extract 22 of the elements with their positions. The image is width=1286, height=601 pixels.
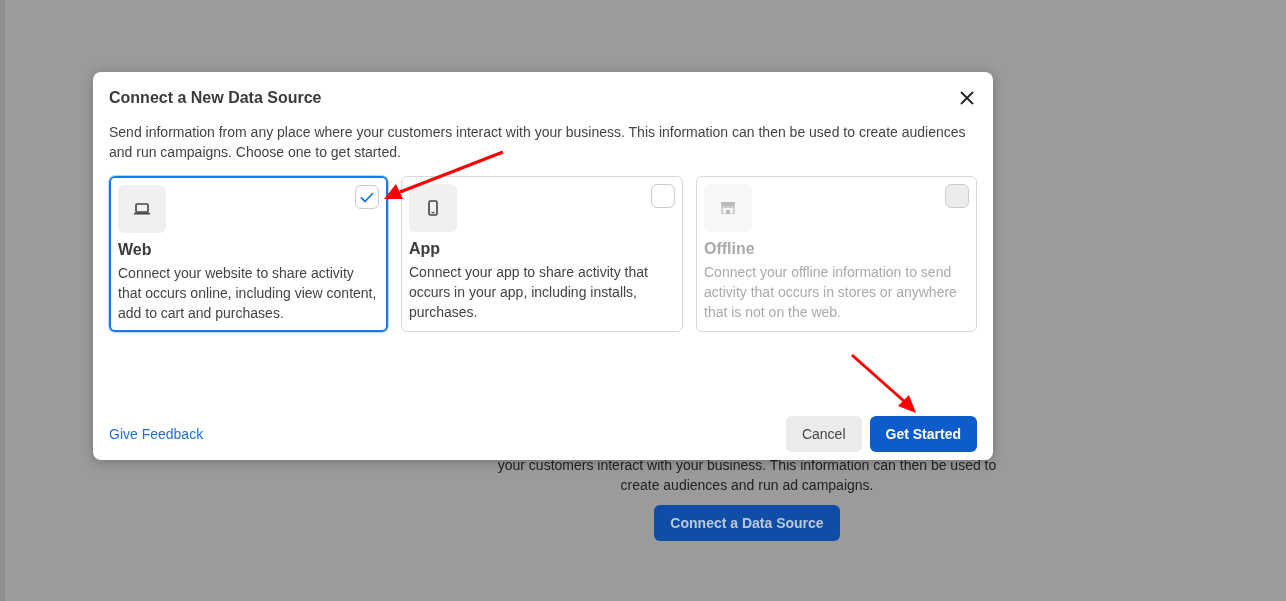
option-title: App xyxy=(409,240,442,258)
option-description: Connect your website to share activity that occurs online, including view content, add to cart and purchases. xyxy=(118,264,378,323)
dialog-title: Connect a New Data Source xyxy=(109,89,322,107)
checkbox[interactable] xyxy=(651,184,675,208)
dialog-description: Send information from any place where your customers interact with your business. This information can then be used to create audiences and run campaigns. Choose one to get started. xyxy=(109,123,967,162)
get-started-button[interactable]: Get Started xyxy=(869,416,977,452)
laptop-icon xyxy=(134,203,150,215)
store-icon xyxy=(721,202,735,214)
option-title: Offline xyxy=(704,240,756,258)
source-option-card[interactable]: App Connect your app to share activity that occurs in your app, including installs, purchases. xyxy=(401,176,683,332)
option-title: Web xyxy=(118,241,153,259)
source-option-card[interactable]: Web Connect your website to share activity that occurs online, including view content, add to cart and purchases. xyxy=(109,176,388,332)
option-description: Connect your offline information to send activity that occurs in stores or anywhere that is not on the web. xyxy=(704,263,958,322)
cancel-button[interactable]: Cancel xyxy=(785,416,862,452)
give-feedback-link[interactable]: Give Feedback xyxy=(109,426,204,442)
checkmark-icon xyxy=(360,191,374,203)
phone-icon xyxy=(428,200,438,216)
option-description: Connect your app to share activity that occurs in your app, including installs, purchases. xyxy=(409,263,649,322)
background-description: your customers interact with your business. This information can then be used to create audiences and run ad campaigns. xyxy=(497,456,997,495)
annotation-arrow xyxy=(851,353,916,413)
connect-data-source-button[interactable]: Connect a Data Source xyxy=(654,505,840,541)
checkbox[interactable] xyxy=(355,185,379,209)
